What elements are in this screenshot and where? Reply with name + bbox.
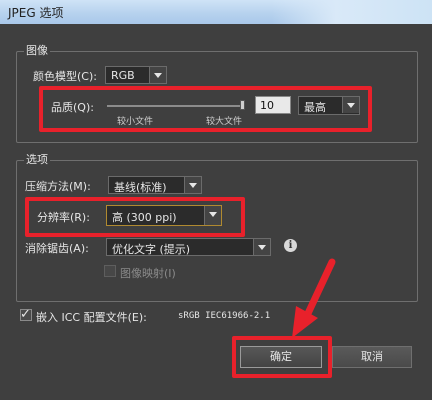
antialias-label: 消除锯齿(A):	[25, 242, 89, 255]
color-model-label: 颜色模型(C):	[33, 70, 97, 83]
info-icon[interactable]: i	[284, 239, 297, 252]
icc-profile: sRGB IEC61966-2.1	[178, 311, 271, 321]
resolution-highlight-box	[25, 197, 245, 237]
antialias-value: 优化文字 (提示)	[112, 243, 191, 256]
checkmark-icon: ✓	[20, 307, 31, 322]
imagemap-label: 图像映射(I)	[120, 267, 176, 280]
antialias-dropdown[interactable]: 优化文字 (提示)	[106, 238, 271, 256]
image-group-label: 图像	[24, 42, 50, 58]
cancel-button[interactable]: 取消	[332, 346, 412, 368]
chevron-down-icon	[149, 67, 166, 83]
color-model-dropdown[interactable]: RGB	[105, 66, 167, 84]
window-title: JPEG 选项	[8, 6, 64, 20]
compression-label: 压缩方法(M):	[25, 180, 91, 193]
compression-dropdown[interactable]: 基线(标准)	[108, 176, 202, 194]
title-bar-decoration	[272, 0, 432, 24]
icc-label: 嵌入 ICC 配置文件(E):	[36, 311, 147, 324]
ok-button-highlight-box	[232, 336, 332, 378]
color-model-value: RGB	[111, 69, 135, 82]
options-group-label: 选项	[24, 151, 50, 167]
title-bar[interactable]: JPEG 选项	[0, 0, 432, 25]
quality-highlight-box	[39, 86, 372, 132]
chevron-down-icon	[253, 239, 270, 255]
compression-value: 基线(标准)	[114, 181, 167, 194]
chevron-down-icon	[184, 177, 201, 193]
imagemap-checkbox[interactable]	[104, 265, 116, 277]
